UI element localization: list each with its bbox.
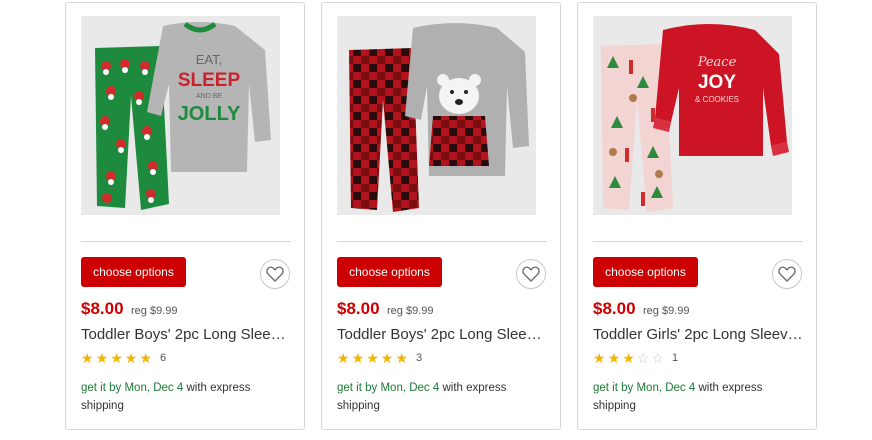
star-rating: ★ ★ ★ ★ ★ [81,351,154,365]
sale-price: $8.00 [593,299,636,318]
review-count: 6 [159,352,167,364]
star-full-icon: ★ [593,350,606,366]
rating[interactable]: ★ ★ ★ ★ ★ 3 [337,351,422,365]
delivery-info: get it by Mon, Dec 4 with express shippi… [337,379,537,415]
star-full-icon: ★ [380,350,394,366]
divider [337,241,547,242]
star-full-icon: ★ [351,350,365,366]
svg-text:& COOKIES: & COOKIES [695,95,739,104]
price-row: $8.00 reg $9.99 [593,299,689,319]
star-rating: ★ ★ ★ ☆ ☆ [593,351,666,365]
svg-text:Peace: Peace [697,55,737,70]
star-rating: ★ ★ ★ ★ ★ [337,351,410,365]
choose-options-button[interactable]: choose options [593,257,698,287]
sale-price: $8.00 [81,299,124,318]
svg-text:JOY: JOY [698,72,736,93]
star-full-icon: ★ [110,350,123,366]
product-title[interactable]: Toddler Boys' 2pc Long Sleeve Pajama Set [81,326,293,343]
delivery-info: get it by Mon, Dec 4 with express shippi… [593,379,793,415]
star-full-icon: ★ [366,350,379,366]
price-row: $8.00 reg $9.99 [337,299,433,319]
delivery-date: get it by Mon, Dec 4 [593,382,696,394]
star-full-icon: ★ [395,350,408,366]
favorite-button[interactable] [516,259,546,289]
favorite-button[interactable] [772,259,802,289]
heart-icon [778,266,796,282]
product-card[interactable]: choose options $8.00 reg $9.99 Toddler B… [321,2,561,430]
price-row: $8.00 reg $9.99 [81,299,177,319]
product-card[interactable]: Peace JOY & COOKIES choose options $8.00… [577,2,817,430]
delivery-date: get it by Mon, Dec 4 [81,382,184,394]
svg-text:SLEEP: SLEEP [178,70,241,91]
product-title[interactable]: Toddler Girls' 2pc Long Sleeve Pajama Se… [593,326,805,343]
delivery-date: get it by Mon, Dec 4 [337,382,440,394]
star-full-icon: ★ [124,350,138,366]
rating[interactable]: ★ ★ ★ ★ ★ 6 [81,351,166,365]
product-title[interactable]: Toddler Boys' 2pc Long Sleeve Pajama Set [337,326,549,343]
product-card[interactable]: EAT, SLEEP AND BE JOLLY choose options $… [65,2,305,430]
product-image[interactable]: Peace JOY & COOKIES [593,16,792,215]
product-image[interactable] [337,16,536,215]
regular-price: reg $9.99 [387,305,434,317]
regular-price: reg $9.99 [643,305,690,317]
star-empty-icon: ☆ [651,350,664,366]
divider [81,241,291,242]
star-full-icon: ★ [95,350,109,366]
star-full-icon: ★ [622,350,635,366]
star-full-icon: ★ [139,350,152,366]
svg-text:JOLLY: JOLLY [178,103,241,125]
star-full-icon: ★ [337,350,350,366]
svg-text:EAT,: EAT, [196,52,223,67]
rating[interactable]: ★ ★ ★ ☆ ☆ 1 [593,351,678,365]
review-count: 3 [415,352,423,364]
star-empty-icon: ☆ [636,350,650,366]
svg-text:AND BE: AND BE [196,93,222,100]
choose-options-button[interactable]: choose options [81,257,186,287]
divider [593,241,803,242]
heart-icon [522,266,540,282]
star-full-icon: ★ [81,350,94,366]
regular-price: reg $9.99 [131,305,178,317]
choose-options-button[interactable]: choose options [337,257,442,287]
heart-icon [266,266,284,282]
review-count: 1 [671,352,679,364]
favorite-button[interactable] [260,259,290,289]
star-full-icon: ★ [607,350,621,366]
delivery-info: get it by Mon, Dec 4 with express shippi… [81,379,281,415]
product-image[interactable]: EAT, SLEEP AND BE JOLLY [81,16,280,215]
sale-price: $8.00 [337,299,380,318]
